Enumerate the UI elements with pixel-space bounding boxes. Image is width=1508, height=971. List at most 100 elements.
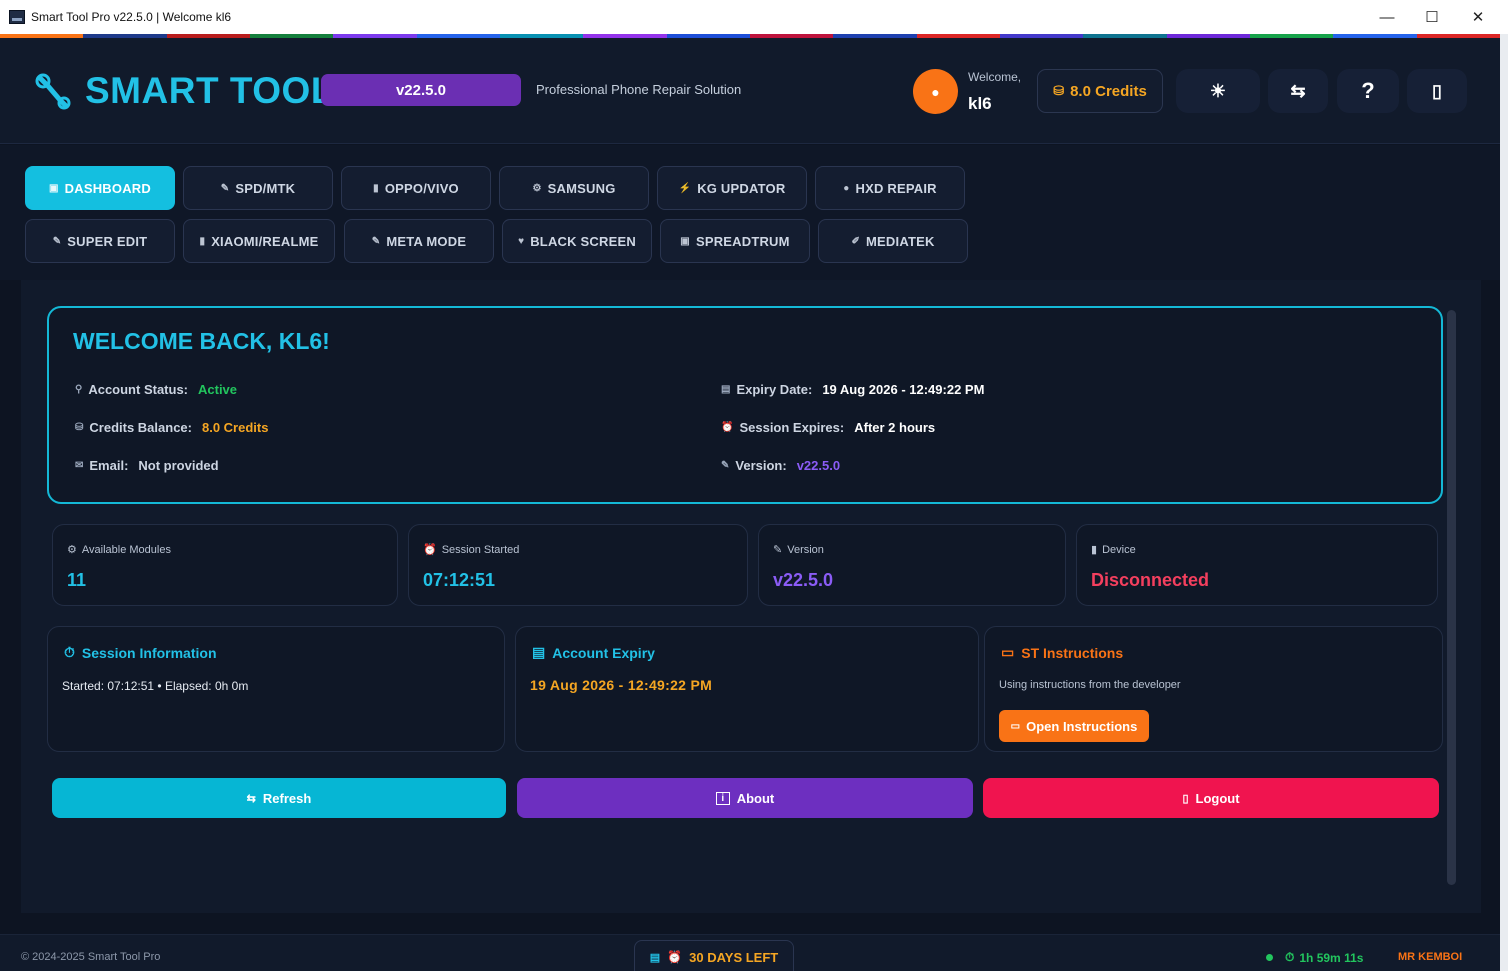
nav-oppo-vivo[interactable]: ▮ OPPO/VIVO [341,166,491,210]
username: kl6 [968,94,992,113]
button-label: Open Instructions [1026,718,1138,734]
developer-credit: MR KEMBOI [1398,951,1463,963]
stat-label: Device [1102,543,1136,556]
about-button[interactable]: i About [517,778,973,818]
wrench-icon [35,73,71,110]
button-label: About [736,790,775,806]
phone-icon: ▮ [1091,544,1098,556]
pen-icon: ✐ [851,235,861,247]
nav-label: DASHBOARD [64,180,151,196]
credits-button[interactable]: ⛁ 8.0 Credits [1037,69,1163,113]
tool-icon: ✎ [220,182,230,194]
nav-dashboard[interactable]: ▣ DASHBOARD [25,166,175,210]
session-expires-value: After 2 hours [854,420,936,435]
days-left-badge: ▤ ⏰ 30 DAYS LEFT [634,940,794,971]
close-button[interactable]: ✕ [1455,0,1501,34]
device-button[interactable]: ▯ [1407,69,1467,113]
instructions-text: Using instructions from the developer [999,679,1181,691]
session-row: ⏰ Session Expires: After 2 hours [721,420,935,435]
book-icon: ▭ [1001,644,1015,660]
status-footer: © 2024-2025 Smart Tool Pro ▤ ⏰ 30 DAYS L… [0,934,1500,971]
stat-value: 07:12:51 [423,570,496,590]
phone-icon: ▮ [373,182,379,194]
avatar[interactable]: ● [913,69,958,114]
switch-button[interactable]: ⇆ [1268,69,1328,113]
nav-kg-updator[interactable]: ⚡ KG UPDATOR [657,166,807,210]
nav-super-edit[interactable]: ✎ SUPER EDIT [25,219,175,263]
gear-icon: ⚙ [67,544,77,556]
nav-label: OPPO/VIVO [384,180,459,196]
nav-hxd-repair[interactable]: ● HXD REPAIR [815,166,965,210]
tool-icon: ✎ [773,544,783,556]
expiry-value: 19 Aug 2026 - 12:49:22 PM [822,382,985,397]
nav-spd-mtk[interactable]: ✎ SPD/MTK [183,166,333,210]
nav-label: KG UPDATOR [697,180,786,196]
maximize-button[interactable]: ☐ [1409,0,1455,34]
nav-black-screen[interactable]: ♥ BLACK SCREEN [502,219,652,263]
help-button[interactable]: ? [1337,69,1399,113]
nav-label: SPD/MTK [235,180,296,196]
pin-icon: ⚲ [75,384,83,395]
welcome-title: WELCOME BACK, KL6! [73,328,330,354]
stat-device: ▮ Device Disconnected [1076,524,1438,606]
module-nav: ▣ DASHBOARD ✎ SPD/MTK ▮ OPPO/VIVO ⚙ SAMSUNG … [0,145,1500,280]
account-expiry-panel: ▤ Account Expiry 19 Aug 2026 - 12:49:22 P… [515,626,979,752]
gear-icon: ⚙ [532,182,542,194]
user-icon: ● [931,83,940,100]
session-info-text: Started: 07:12:51 • Elapsed: 0h 0m [62,679,249,693]
stat-label: Version [787,543,824,556]
credits-label: 8.0 Credits [1070,82,1147,100]
window-title: Smart Tool Pro v22.5.0 | Welcome kl6 [31,10,232,24]
instructions-panel: ▭ ST Instructions Using instructions from… [984,626,1443,752]
theme-toggle-button[interactable]: ☀ [1176,69,1260,113]
session-info-panel: ⏱ Session Information Started: 07:12:51 •… [47,626,505,752]
refresh-button[interactable]: ⇆ Refresh [52,778,506,818]
email-row: ✉ Email: Not provided [75,458,219,473]
heart-icon: ♥ [518,235,525,247]
session-expires-label: Session Expires: [739,420,845,435]
account-status-value: Active [198,382,238,397]
nav-label: BLACK SCREEN [530,233,636,249]
stat-value: Disconnected [1091,570,1210,590]
money-bag-icon: ⛁ [75,422,84,433]
stat-value: 11 [67,570,87,590]
minimize-button[interactable]: — [1364,0,1410,34]
account-status-row: ⚲ Account Status: Active [75,382,237,397]
stat-available-modules: ⚙ Available Modules 11 [52,524,398,606]
nav-xiaomi-realme[interactable]: ▮ XIAOMI/REALME [183,219,335,263]
lightning-icon: ⚡ [678,182,692,194]
app-icon [9,10,25,24]
switch-icon: ⇆ [1290,80,1306,101]
app-header: SMART TOOL v22.5.0 Professional Phone Re… [0,38,1500,144]
panel-title: Account Expiry [552,644,655,661]
phone-icon: ▮ [199,235,206,247]
welcome-label: Welcome, [968,70,1022,84]
circle-icon: ● [843,182,850,194]
nav-meta-mode[interactable]: ✎ META MODE [344,219,494,263]
welcome-card: WELCOME BACK, KL6! ⚲ Account Status: Act… [47,306,1443,504]
stat-label: Available Modules [81,543,171,556]
stat-session-started: ⏰ Session Started 07:12:51 [408,524,748,606]
logout-button[interactable]: ▯ Logout [983,778,1439,818]
stat-value: v22.5.0 [773,570,834,590]
email-label: Email: [89,458,129,473]
version-badge: v22.5.0 [321,74,521,106]
stat-label: Session Started [441,543,520,556]
tagline: Professional Phone Repair Solution [536,82,742,97]
account-expiry-value: 19 Aug 2026 - 12:49:22 PM [530,677,713,693]
session-timer: ⏱ 1h 59m 11s [1285,950,1363,965]
phone-icon: ▯ [1432,80,1442,101]
stat-version: ✎ Version v22.5.0 [758,524,1066,606]
button-label: Logout [1195,790,1240,806]
sun-icon: ☀ [1209,80,1227,101]
nav-samsung[interactable]: ⚙ SAMSUNG [499,166,649,210]
calendar-icon: ▤ [721,384,731,395]
panel-title: Session Information [81,644,217,661]
nav-label: SUPER EDIT [67,233,148,249]
version-label: Version: [735,458,787,473]
open-instructions-button[interactable]: ▭ Open Instructions [999,710,1149,742]
nav-mediatek[interactable]: ✐ MEDIATEK [818,219,968,263]
image-icon: ▣ [680,235,690,247]
nav-spreadtrum[interactable]: ▣ SPREADTRUM [660,219,810,263]
scrollbar[interactable] [1447,310,1456,885]
